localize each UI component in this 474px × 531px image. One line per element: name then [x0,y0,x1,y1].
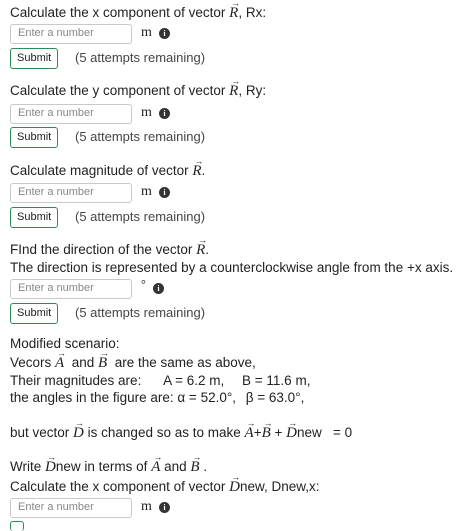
angles-line: the angles in the figure are: α = 52.0°,… [10,389,304,407]
vector-d: D [286,414,297,442]
question-suffix: new, Dnew,x: [239,479,320,494]
rx-input[interactable]: Enter a number [10,24,132,44]
text: are the same as above, [114,355,256,370]
question-rx: Calculate the x component of vector R, R… [10,0,267,22]
ry-input[interactable]: Enter a number [10,104,132,124]
degree-unit-label: ° [141,277,146,291]
info-icon[interactable]: i [159,187,170,198]
text: . [203,459,208,474]
vector-d: D [45,448,56,476]
question-suffix: , Rx: [238,5,267,20]
text: Vecors [10,355,52,370]
magnitude-a: A = 6.2 m, [163,373,225,388]
changed-vector-line: but vector D is changed so as to make A +… [10,414,353,442]
question-suffix: , Ry: [238,83,267,98]
write-dnew-line: Write Dnew in terms of A and B . [10,448,208,476]
vector-a: A [151,448,162,476]
vector-a: A [245,414,256,442]
vector-r: R [192,152,203,180]
question-ry: Calculate the y component of vector R, R… [10,72,267,100]
scenario-vectors-line: Vecors A and B are the same as above, [10,344,256,372]
question-page: Calculate the x component of vector R, R… [0,0,474,531]
vector-b: B [98,344,109,372]
attempts-remaining: (5 attempts remaining) [75,50,206,65]
direction-explanation: The direction is represented by a counte… [10,260,454,275]
info-icon[interactable]: i [159,502,170,513]
question-text: Calculate the y component of vector [10,83,226,98]
vector-d: D [73,414,84,442]
question-text: Calculate the x component of vector [10,479,226,494]
magnitude-b: B = 11.6 m, [242,373,311,388]
vector-r: R [229,0,240,22]
magnitude-input[interactable]: Enter a number [10,183,132,203]
text: but vector [10,425,70,440]
text: and [164,459,187,474]
submit-button[interactable] [10,521,24,531]
submit-button[interactable]: Submit [10,207,59,228]
question-direction: FInd the direction of the vector R. [10,231,209,259]
dnew-x-question: Calculate the x component of vector Dnew… [10,468,320,496]
info-icon[interactable]: i [153,283,164,294]
vector-r: R [196,231,207,259]
unit-label: m [141,25,152,40]
plus-sign: + [274,425,283,440]
submit-button[interactable]: Submit [10,303,59,324]
question-text: FInd the direction of the vector [10,242,193,257]
magnitudes-line: Their magnitudes are: A = 6.2 m, B = 11.… [10,372,310,390]
info-icon[interactable]: i [159,108,170,119]
submit-button[interactable]: Submit [10,48,59,69]
question-magnitude: Calculate magnitude of vector R. [10,152,205,180]
text: new [297,425,322,440]
text: the angles in the figure are: [10,390,174,405]
equals-zero: = 0 [333,425,353,440]
direction-input[interactable]: Enter a number [10,279,132,299]
text: Their magnitudes are: [10,373,142,388]
question-text: Calculate magnitude of vector [10,163,189,178]
attempts-remaining: (5 attempts remaining) [75,129,206,144]
unit-label: m [141,184,152,199]
question-text: Calculate the x component of vector [10,5,226,20]
text: is changed so as to make [87,425,241,440]
attempts-remaining: (5 attempts remaining) [75,305,206,320]
text: and [71,355,95,370]
vector-d: D [229,468,240,496]
text: Write [10,459,42,474]
info-icon[interactable]: i [159,28,170,39]
submit-button[interactable]: Submit [10,127,59,148]
dnew-x-input[interactable]: Enter a number [10,498,132,518]
attempts-remaining: (5 attempts remaining) [75,209,206,224]
vector-a: A [55,344,66,372]
text: new in terms of [55,459,148,474]
angle-beta: β = 63.0°, [245,390,305,405]
unit-label: m [141,499,152,514]
unit-label: m [141,105,152,120]
vector-r: R [229,72,240,100]
vector-b: B [190,448,201,476]
angle-alpha: α = 52.0°, [177,390,236,405]
vector-b: B [262,414,273,442]
